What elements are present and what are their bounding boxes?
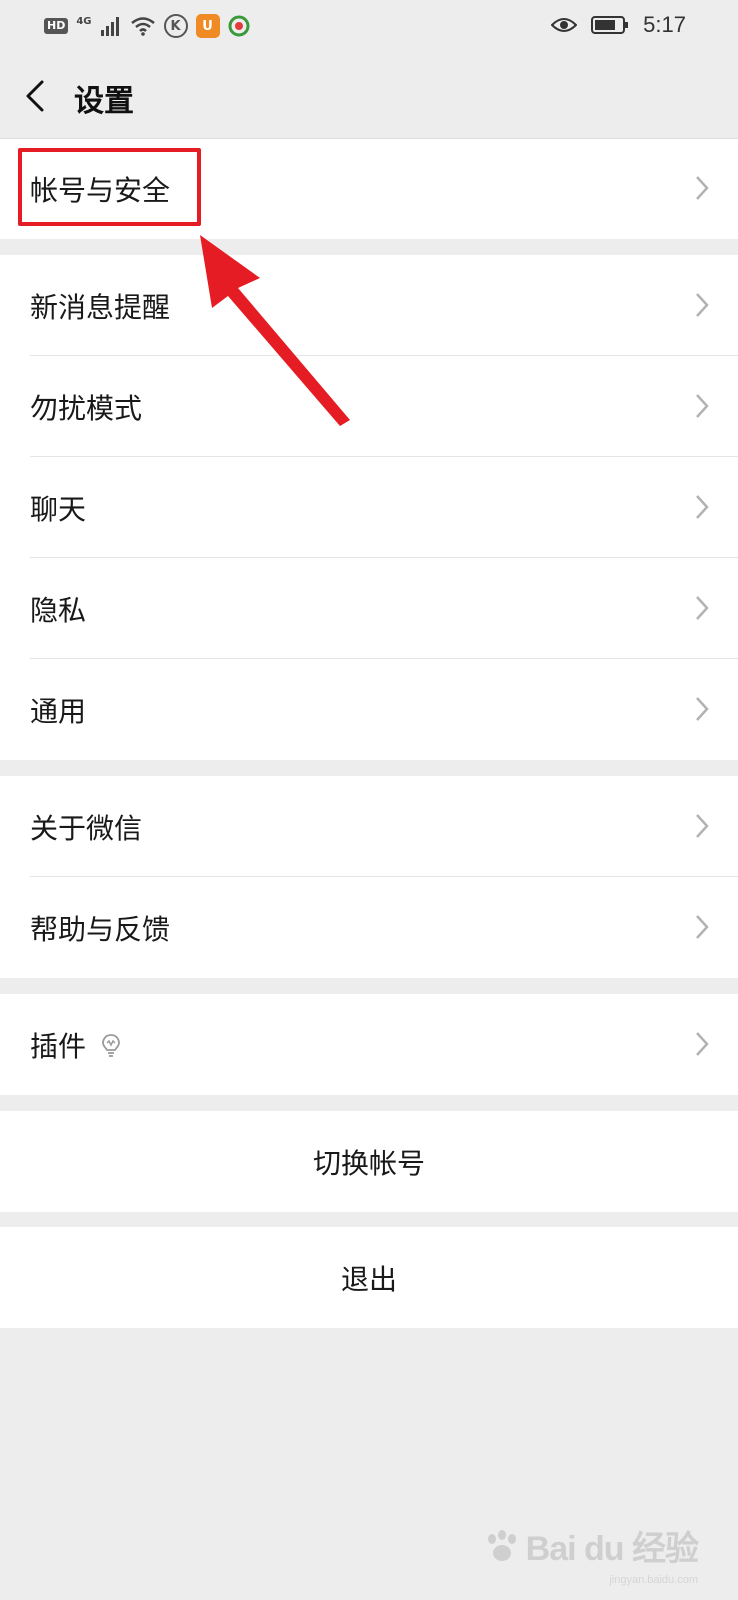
settings-group-general: 新消息提醒 勿扰模式 聊天 隐私 通用 [0,255,738,760]
settings-item-label: 通用 [30,694,87,728]
chevron-right-icon [696,176,709,200]
battery-icon [591,16,629,34]
eye-icon [551,18,578,32]
settings-group-plugins: 插件 [0,994,738,1095]
wifi-icon [130,17,155,36]
settings-item-label: 帮助与反馈 [30,912,171,946]
baidu-jingyan-watermark: Bai du 经验 jingyan.baidu.com [484,1521,699,1586]
k-app-icon: K [163,14,188,38]
back-button[interactable] [18,74,58,118]
circle-app-icon [228,15,250,37]
settings-item-help-feedback[interactable]: 帮助与反馈 [0,877,738,978]
status-bar: HD 4G K U 5:17 [0,0,738,52]
switch-account-label: 切换帐号 [312,1146,425,1180]
signal-icon [100,17,119,36]
logout-button[interactable]: 退出 [0,1227,738,1328]
logout-section: 退出 [0,1227,738,1328]
settings-item-about-wechat[interactable]: 关于微信 [0,776,738,877]
settings-item-label: 勿扰模式 [30,391,143,425]
settings-item-plugins[interactable]: 插件 [0,994,738,1095]
settings-item-privacy[interactable]: 隐私 [0,558,738,659]
chevron-right-icon [696,495,709,519]
chevron-right-icon [696,394,709,418]
paw-icon [487,1529,516,1561]
switch-account-section: 切换帐号 [0,1111,738,1212]
clock: 5:17 [643,12,686,37]
highlight-box [18,148,201,226]
lightbulb-icon [102,1033,120,1057]
settings-item-chat[interactable]: 聊天 [0,457,738,558]
settings-item-new-message-alerts[interactable]: 新消息提醒 [0,255,738,356]
network-type: 4G [76,15,92,27]
chevron-right-icon [696,596,709,620]
chevron-right-icon [696,1032,709,1056]
settings-item-general[interactable]: 通用 [0,659,738,760]
switch-account-button[interactable]: 切换帐号 [0,1111,738,1212]
settings-item-label: 插件 [30,1029,87,1063]
chevron-right-icon [696,293,709,317]
chevron-right-icon [696,697,709,721]
settings-item-label: 隐私 [30,593,87,627]
settings-item-label: 聊天 [30,492,87,526]
watermark-url: jingyan.baidu.com [609,1574,698,1586]
settings-group-about: 关于微信 帮助与反馈 [0,776,738,978]
hd-icon: HD [44,18,69,34]
watermark-brand: Bai du 经验 [525,1530,699,1568]
status-right: 5:17 [551,12,686,38]
uc-browser-icon: U [195,14,220,38]
status-left: HD 4G K U [44,14,250,38]
chevron-right-icon [696,915,709,939]
chevron-right-icon [696,814,709,838]
logout-label: 退出 [340,1262,397,1296]
settings-item-do-not-disturb[interactable]: 勿扰模式 [0,356,738,457]
settings-item-label: 关于微信 [30,811,143,845]
nav-bar: 设置 [0,52,738,138]
back-arrow-icon [26,80,44,112]
page-title: 设置 [74,84,134,119]
settings-item-label: 新消息提醒 [30,290,171,324]
annotation-arrow-icon [200,235,350,426]
